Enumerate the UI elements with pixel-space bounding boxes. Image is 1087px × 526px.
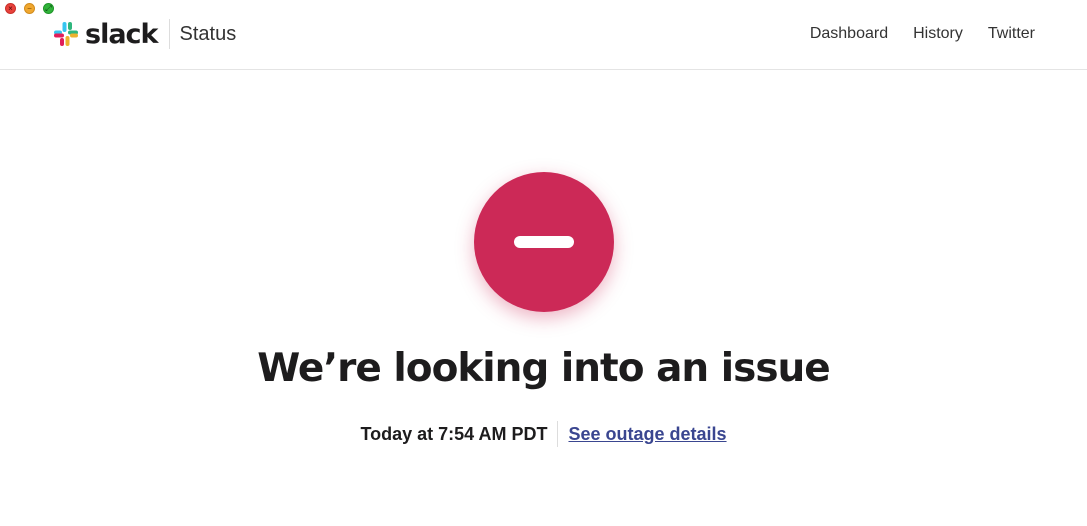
nav-link-twitter[interactable]: Twitter [988, 25, 1035, 43]
slack-logo-icon [54, 22, 78, 46]
minus-bar [514, 236, 574, 248]
minus-circle-icon [474, 172, 614, 312]
top-nav: Dashboard History Twitter [810, 25, 1035, 43]
brand-divider [168, 19, 170, 49]
nav-link-history[interactable]: History [913, 25, 963, 43]
status-headline: We’re looking into an issue [257, 346, 831, 391]
meta-divider [557, 421, 559, 447]
status-meta: Today at 7:54 AM PDT See outage details [0, 421, 1087, 447]
nav-link-dashboard[interactable]: Dashboard [810, 25, 888, 43]
brand[interactable]: slack Status [53, 18, 236, 50]
site-header: slack Status Dashboard History Twitter [0, 0, 1087, 70]
product-name: Status [179, 23, 237, 45]
see-outage-details-link[interactable]: See outage details [568, 424, 726, 445]
brand-wordmark: slack [85, 18, 159, 50]
status-timestamp: Today at 7:54 AM PDT [360, 423, 548, 444]
